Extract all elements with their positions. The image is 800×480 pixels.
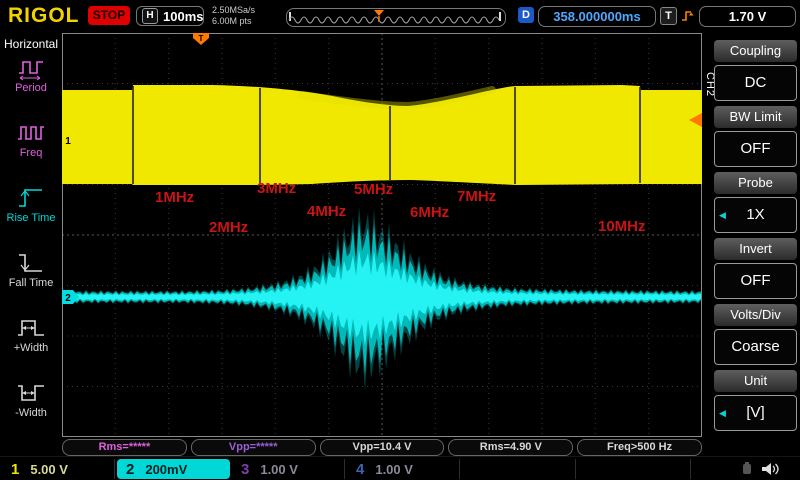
timebase-readout: H 100ms [136,6,204,26]
speaker-icon [762,463,779,475]
channel-4-number: 4 [356,460,365,478]
sidebar-item-label: -Width [15,407,47,419]
menu-section-invert: Invert OFF [714,238,797,299]
channel-3-scale: 1.00 V [260,461,298,477]
unit-value: [V] [746,404,765,421]
trigger-slope-icon [682,11,694,21]
channel-1-block[interactable]: 1 5.00 V [2,459,115,479]
channel-4-scale: 1.00 V [375,461,413,477]
timebase-value: 100ms [163,8,204,24]
probe-value: 1X [746,206,765,223]
horizontal-h-icon: H [142,8,158,24]
fall-time-icon [19,254,42,272]
freq-annotation: 7MHz [457,188,497,205]
probe-button[interactable]: ◀ 1X [714,197,797,233]
sidebar-item-label: +Width [13,342,49,354]
menu-section-label: BW Limit [714,106,797,128]
left-arrow-icon: ◀ [719,210,726,220]
waveform-canvas: T 1 2 [62,33,702,437]
freq-annotation: 3MHz [257,180,297,197]
channel-1-number: 1 [11,460,20,478]
oscilloscope-screen: RIGOL STOP H 100ms 2.50MSa/s 6.00M pts D… [0,0,800,480]
measurement-item: Rms=***** [62,439,187,456]
sidebar-item-minus-width[interactable]: -Width [0,378,62,440]
channel-3-block[interactable]: 3 1.00 V [232,459,345,479]
sidebar-item-fall-time[interactable]: Fall Time [0,248,62,310]
invert-button[interactable]: OFF [714,263,797,299]
sidebar-item-period[interactable]: Period [0,53,62,115]
trigger-t-icon: T [660,7,677,25]
menu-section-label: Volts/Div [714,304,797,326]
channel-2-number: 2 [126,460,135,478]
channel-2-block[interactable]: 2 200mV [117,459,230,479]
channel-4-block[interactable]: 4 1.00 V [347,459,460,479]
freq-icon [18,126,44,140]
period-icon [19,61,43,81]
menu-section-label: Invert [714,238,797,260]
channel-status-bar: 1 5.00 V 2 200mV 3 1.00 V 4 1.00 V [0,456,800,480]
measure-sidebar: Horizontal Period Freq Rise Time Fall Ti… [0,33,62,437]
menu-section-unit: Unit ◀ [V] [714,370,797,431]
channel-menu: CH2 Coupling DC BW Limit OFF Probe ◀ 1X I… [704,33,800,456]
bw-limit-button[interactable]: OFF [714,131,797,167]
volts-div-button[interactable]: Coarse [714,329,797,365]
unit-button[interactable]: ◀ [V] [714,395,797,431]
waveform-display: T 1 2 1MHz 2MHz 3MHz 4MHz 5MHz 6MHz 7MHz… [62,33,702,437]
channel-1-scale: 5.00 V [30,461,68,477]
channel-2-scale: 200mV [145,461,188,477]
menu-section-volts-div: Volts/Div Coarse [714,304,797,365]
freq-annotation: 6MHz [410,204,450,221]
sidebar-item-rise-time[interactable]: Rise Time [0,183,62,245]
channel-3-number: 3 [241,460,250,478]
memory-depth: 6.00M pts [212,16,252,26]
measurement-item: Rms=4.90 V [448,439,574,456]
sidebar-item-label: Fall Time [8,277,54,289]
measurement-item: Freq>500 Hz [577,439,702,456]
menu-section-coupling: Coupling DC [714,40,797,101]
trigger-level-readout: 1.70 V [699,6,796,27]
usb-icon [743,462,751,474]
menu-section-label: Coupling [714,40,797,62]
menu-section-probe: Probe ◀ 1X [714,172,797,233]
minus-width-icon [18,385,44,401]
delay-readout: 358.000000ms [538,6,656,27]
sample-rate: 2.50MSa/s [212,5,256,15]
measurement-item: Vpp=***** [190,439,316,456]
sidebar-item-freq[interactable]: Freq [0,118,62,180]
freq-annotation: 2MHz [209,219,249,236]
delay-d-icon: D [518,7,534,23]
waveform-position-widget[interactable] [286,8,506,27]
measurement-bar: Rms=***** Vpp=***** Vpp=10.4 V Rms=4.90 … [62,439,702,456]
coupling-button[interactable]: DC [714,65,797,101]
plus-width-icon [18,320,44,336]
top-bar: RIGOL STOP H 100ms 2.50MSa/s 6.00M pts D… [0,0,800,33]
freq-annotation: 4MHz [307,203,347,220]
acquisition-readout: 2.50MSa/s 6.00M pts [212,5,255,27]
freq-annotation: 5MHz [354,181,394,198]
message-area [462,459,576,479]
measurement-item: Vpp=10.4 V [319,439,445,456]
menu-section-bw-limit: BW Limit OFF [714,106,797,167]
run-status-badge[interactable]: STOP [88,6,130,25]
sidebar-item-plus-width[interactable]: +Width [0,313,62,375]
svg-text:1: 1 [65,136,71,147]
position-waveform-icon [288,10,501,24]
menu-section-label: Probe [714,172,797,194]
rise-time-icon [19,189,42,207]
brand-logo: RIGOL [8,4,80,27]
left-arrow-icon: ◀ [719,408,726,418]
message-area [577,459,691,479]
sidebar-item-label: Period [15,82,47,94]
freq-annotation: 10MHz [598,218,646,235]
sidebar-item-label: Freq [19,147,43,159]
svg-text:2: 2 [65,293,71,304]
sidebar-item-label: Rise Time [6,212,56,224]
menu-section-label: Unit [714,370,797,392]
trigger-position-marker[interactable]: T [193,33,209,45]
freq-annotation: 1MHz [155,189,195,206]
sidebar-title: Horizontal [3,37,59,51]
svg-text:T: T [199,34,204,43]
